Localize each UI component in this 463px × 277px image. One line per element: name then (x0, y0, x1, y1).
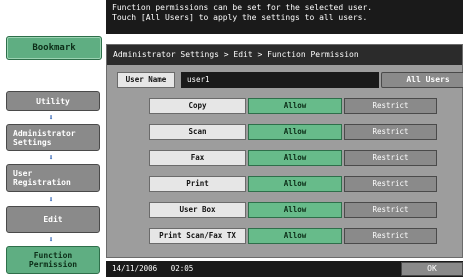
left-panel: Bookmark Utility ⬇ Administrator Setting… (0, 0, 106, 277)
down-arrow-icon: ⬇ (48, 195, 54, 204)
breadcrumb: Administrator Settings > Edit > Function… (107, 45, 462, 65)
function-permission-panel: Administrator Settings > Edit > Function… (106, 44, 463, 258)
permission-row-print-scan-fax-tx: Print Scan/Fax TX Allow Restrict (149, 228, 441, 244)
allow-button[interactable]: Allow (248, 228, 342, 244)
nav-user-line2: Registration (13, 178, 71, 187)
status-bar: 14/11/2006 02:05 OK (106, 261, 463, 277)
date-text: 14/11/2006 (112, 264, 158, 273)
nav-fp-line1: Function (33, 251, 73, 260)
instruction-line-2: Touch [All Users] to apply the settings … (112, 13, 368, 22)
permission-row-copy: Copy Allow Restrict (149, 98, 441, 114)
nav-user-line1: User (13, 169, 33, 178)
permission-label: Scan (149, 124, 246, 140)
nav-admin-line1: Administrator (13, 128, 76, 138)
all-users-button[interactable]: All Users (381, 72, 463, 88)
date-time: 14/11/2006 02:05 (112, 261, 193, 277)
screen: Bookmark Utility ⬇ Administrator Setting… (0, 0, 463, 277)
allow-button[interactable]: Allow (248, 150, 342, 166)
nav-admin-line2: Settings (13, 137, 52, 147)
ok-button[interactable]: OK (401, 262, 463, 276)
nav-administrator-settings-button[interactable]: Administrator Settings (6, 124, 100, 151)
nav-utility-button[interactable]: Utility (6, 91, 100, 111)
permission-label: Copy (149, 98, 246, 114)
permission-label: Fax (149, 150, 246, 166)
restrict-button[interactable]: Restrict (344, 124, 437, 140)
nav-utility-label: Utility (36, 96, 70, 106)
restrict-button[interactable]: Restrict (344, 202, 437, 218)
permission-label: Print Scan/Fax TX (149, 228, 246, 244)
nav-function-permission-button[interactable]: Function Permission (6, 246, 100, 274)
nav-edit-label: Edit (43, 215, 63, 224)
restrict-button[interactable]: Restrict (344, 176, 437, 192)
user-name-row: User Name user1 All Users (117, 72, 463, 88)
restrict-button[interactable]: Restrict (344, 150, 437, 166)
nav-fp-line2: Permission (28, 260, 78, 269)
allow-button[interactable]: Allow (248, 202, 342, 218)
permission-label: User Box (149, 202, 246, 218)
permission-row-user-box: User Box Allow Restrict (149, 202, 441, 218)
permission-row-fax: Fax Allow Restrict (149, 150, 441, 166)
allow-button[interactable]: Allow (248, 176, 342, 192)
allow-button[interactable]: Allow (248, 124, 342, 140)
user-name-value: user1 (181, 72, 379, 88)
bookmark-button[interactable]: Bookmark (6, 36, 102, 60)
permission-row-scan: Scan Allow Restrict (149, 124, 441, 140)
restrict-button[interactable]: Restrict (344, 98, 437, 114)
down-arrow-icon: ⬇ (48, 113, 54, 122)
user-name-label: User Name (117, 72, 175, 88)
restrict-button[interactable]: Restrict (344, 228, 437, 244)
permission-label: Print (149, 176, 246, 192)
instruction-message: Function permissions can be set for the … (106, 0, 463, 34)
allow-button[interactable]: Allow (248, 98, 342, 114)
down-arrow-icon: ⬇ (48, 153, 54, 162)
time-text: 02:05 (170, 264, 194, 273)
instruction-line-1: Function permissions can be set for the … (112, 3, 373, 12)
nav-edit-button[interactable]: Edit (6, 206, 100, 233)
permission-row-print: Print Allow Restrict (149, 176, 441, 192)
down-arrow-icon: ⬇ (48, 235, 54, 244)
nav-user-registration-button[interactable]: User Registration (6, 164, 100, 192)
